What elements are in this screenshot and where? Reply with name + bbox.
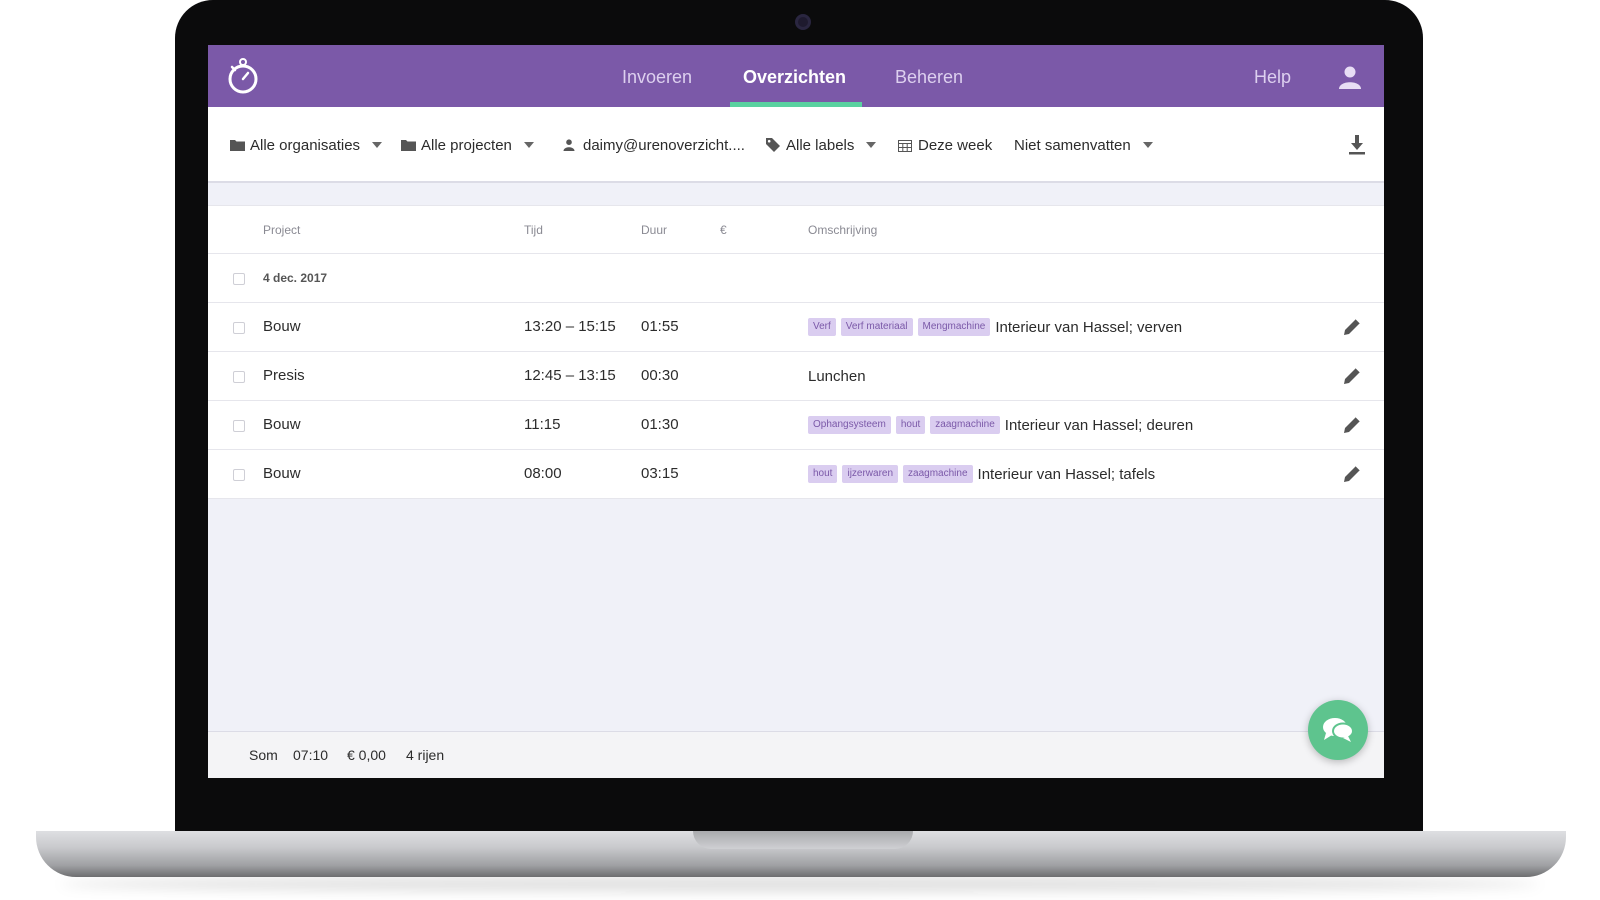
header-description[interactable]: Omschrijving bbox=[808, 206, 877, 254]
header-project[interactable]: Project bbox=[263, 206, 300, 254]
filter-labels[interactable]: Alle labels bbox=[766, 107, 877, 183]
table-header-row: Project Tijd Duur € Omschrijving bbox=[208, 205, 1384, 254]
filter-organisations-label: Alle organisaties bbox=[250, 136, 361, 154]
row-checkbox[interactable] bbox=[233, 322, 245, 334]
row-duration: 03:15 bbox=[641, 465, 679, 482]
laptop-shadow bbox=[60, 876, 1540, 892]
row-description-text: Interieur van Hassel; verven bbox=[995, 318, 1183, 336]
row-description: Verf Verf materiaal Mengmachine Interieu… bbox=[808, 303, 1182, 351]
row-description-text: Interieur van Hassel; deuren bbox=[1004, 416, 1194, 434]
row-checkbox[interactable] bbox=[233, 371, 245, 383]
header-duration[interactable]: Duur bbox=[641, 206, 667, 254]
row-count: 4 rijen bbox=[406, 747, 445, 763]
row-description-text: Lunchen bbox=[808, 367, 866, 385]
pencil-icon[interactable] bbox=[1342, 366, 1362, 386]
row-duration: 00:30 bbox=[641, 367, 679, 384]
chat-button[interactable] bbox=[1308, 700, 1368, 760]
filter-user[interactable]: daimy@urenoverzicht.... bbox=[563, 107, 745, 183]
chevron-down-icon bbox=[523, 142, 534, 148]
folder-icon bbox=[401, 138, 417, 152]
row-checkbox[interactable] bbox=[233, 420, 245, 432]
row-time: 08:00 bbox=[524, 465, 562, 482]
row-duration: 01:55 bbox=[641, 318, 679, 335]
pencil-icon[interactable] bbox=[1342, 415, 1362, 435]
row-project: Bouw bbox=[263, 416, 301, 433]
row-project: Bouw bbox=[263, 318, 301, 335]
filter-projects[interactable]: Alle projecten bbox=[401, 107, 534, 183]
header-time[interactable]: Tijd bbox=[524, 206, 543, 254]
row-description: Lunchen bbox=[808, 352, 866, 400]
date-group-checkbox[interactable] bbox=[233, 273, 245, 285]
table-row: Bouw 11:15 01:30 Ophangsysteem hout zaag… bbox=[208, 401, 1384, 450]
filter-user-label: daimy@urenoverzicht.... bbox=[583, 136, 745, 154]
help-link[interactable]: Help bbox=[1254, 45, 1291, 107]
pencil-icon[interactable] bbox=[1342, 464, 1362, 484]
label-tag: Ophangsysteem bbox=[808, 416, 891, 434]
label-tag: Verf materiaal bbox=[840, 318, 913, 336]
label-tag: hout bbox=[808, 465, 838, 483]
date-group-label: 4 dec. 2017 bbox=[263, 271, 328, 285]
label-tag: zaagmachine bbox=[903, 465, 973, 483]
download-icon[interactable] bbox=[1348, 135, 1366, 155]
top-navigation: Invoeren Overzichten Beheren Help bbox=[208, 45, 1384, 107]
row-description-text: Interieur van Hassel; tafels bbox=[977, 465, 1156, 483]
row-time: 11:15 bbox=[524, 416, 561, 433]
table-row: Bouw 08:00 03:15 hout ijzerwaren zaagmac… bbox=[208, 450, 1384, 499]
total-time: 07:10 bbox=[293, 747, 329, 763]
sum-label: Som bbox=[249, 747, 278, 763]
table-row: Bouw 13:20 – 15:15 01:55 Verf Verf mater… bbox=[208, 303, 1384, 352]
label-tag: Mengmachine bbox=[917, 318, 991, 336]
filter-labels-label: Alle labels bbox=[786, 136, 855, 154]
laptop-camera bbox=[795, 14, 811, 30]
tab-overzichten[interactable]: Overzichten bbox=[743, 45, 846, 107]
chevron-down-icon bbox=[866, 142, 877, 148]
chat-icon bbox=[1323, 718, 1354, 742]
stopwatch-logo-icon[interactable] bbox=[226, 57, 260, 95]
table-row: Presis 12:45 – 13:15 00:30 Lunchen bbox=[208, 352, 1384, 401]
row-duration: 01:30 bbox=[641, 416, 679, 433]
date-group-row: 4 dec. 2017 bbox=[208, 254, 1384, 303]
time-entries-table: Project Tijd Duur € Omschrijving 4 dec. … bbox=[208, 205, 1384, 499]
totals-footer: Som 07:10 € 0,00 4 rijen bbox=[208, 731, 1384, 778]
tab-invoeren[interactable]: Invoeren bbox=[622, 45, 692, 107]
row-project: Presis bbox=[263, 367, 305, 384]
pencil-icon[interactable] bbox=[1342, 317, 1362, 337]
chevron-down-icon bbox=[1142, 142, 1153, 148]
filter-period-label: Deze week bbox=[918, 136, 993, 154]
row-description: Ophangsysteem hout zaagmachine Interieur… bbox=[808, 401, 1193, 449]
tag-icon bbox=[766, 138, 782, 152]
label-tag: ijzerwaren bbox=[842, 465, 899, 483]
row-project: Bouw bbox=[263, 465, 301, 482]
filter-projects-label: Alle projecten bbox=[421, 136, 512, 154]
tab-beheren[interactable]: Beheren bbox=[895, 45, 963, 107]
row-time: 13:20 – 15:15 bbox=[524, 318, 616, 335]
calendar-icon bbox=[898, 138, 914, 152]
row-checkbox[interactable] bbox=[233, 469, 245, 481]
folder-icon bbox=[230, 138, 246, 152]
chevron-down-icon bbox=[372, 142, 383, 148]
user-icon[interactable] bbox=[1338, 65, 1362, 89]
filter-summarize-label: Niet samenvatten bbox=[1014, 136, 1131, 154]
laptop-notch bbox=[693, 831, 913, 849]
filter-summarize[interactable]: Niet samenvatten bbox=[1014, 107, 1153, 183]
filter-bar: Alle organisaties Alle projecten daimy@u… bbox=[208, 107, 1384, 183]
total-amount: € 0,00 bbox=[347, 747, 386, 763]
label-tag: Verf bbox=[808, 318, 836, 336]
person-icon bbox=[563, 138, 579, 152]
row-description: hout ijzerwaren zaagmachine Interieur va… bbox=[808, 450, 1155, 498]
header-amount[interactable]: € bbox=[720, 206, 727, 254]
label-tag: hout bbox=[895, 416, 926, 434]
filter-organisations[interactable]: Alle organisaties bbox=[230, 107, 383, 183]
app-screen: Invoeren Overzichten Beheren Help Alle o… bbox=[208, 45, 1384, 778]
label-tag: zaagmachine bbox=[930, 416, 1000, 434]
row-time: 12:45 – 13:15 bbox=[524, 367, 616, 384]
filter-period[interactable]: Deze week bbox=[898, 107, 992, 183]
